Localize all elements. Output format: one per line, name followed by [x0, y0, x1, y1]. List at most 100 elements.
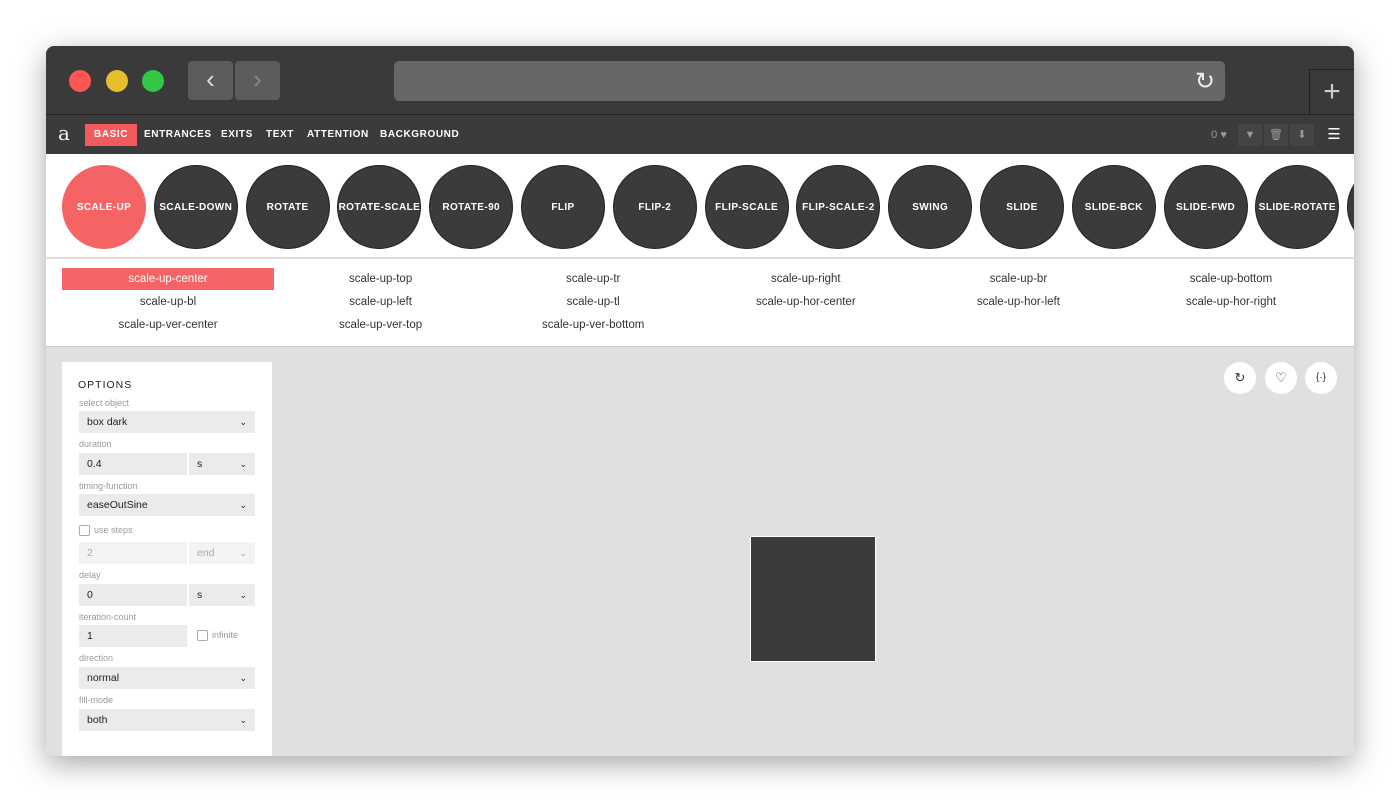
variant-scale-up-center[interactable]: scale-up-center [62, 268, 274, 290]
use-steps-label: use steps [94, 525, 133, 535]
animation-scale-down[interactable]: SCALE-DOWN [153, 165, 238, 249]
animation-flip-2[interactable]: FLIP-2 [612, 165, 697, 249]
favorites-number: 0 [1211, 129, 1218, 141]
animation-slide-rotate[interactable]: SLIDE-ROTATE [1255, 165, 1340, 249]
direction-value: normal [87, 672, 120, 684]
duration-label: duration [79, 439, 112, 449]
options-panel: OPTIONS select object box dark ⌄ duration… [62, 362, 272, 756]
animation-picker: SCALE-UP SCALE-DOWN ROTATE ROTATE-SCALE ROTA… [46, 154, 1354, 258]
timing-function-select[interactable]: easeOutSine ⌄ [79, 494, 255, 516]
checkbox-icon [197, 630, 208, 642]
animation-swing[interactable]: SWING [888, 165, 973, 249]
fill-mode-select[interactable]: both ⌄ [79, 709, 255, 731]
forward-button[interactable]: › [235, 61, 280, 100]
delay-input[interactable]: 0 [79, 584, 187, 606]
select-object-value: box dark [87, 416, 128, 428]
animation-rotate-scale[interactable]: ROTATE-SCALE [337, 165, 422, 249]
variant-scale-up-bottom[interactable]: scale-up-bottom [1125, 268, 1337, 290]
variant-scale-up-top[interactable]: scale-up-top [275, 268, 487, 290]
steps-position-select[interactable]: end ⌄ [189, 542, 255, 564]
variant-scale-up-br[interactable]: scale-up-br [912, 268, 1124, 290]
animation-scale-up[interactable]: SCALE-UP [62, 165, 146, 249]
delay-label: delay [79, 570, 101, 580]
back-button[interactable]: ‹ [188, 61, 233, 100]
duration-input[interactable]: 0.4 [79, 453, 187, 475]
animation-flip-scale[interactable]: FLIP-SCALE [704, 165, 789, 249]
chevron-down-icon: ⌄ [239, 500, 247, 510]
chevron-down-icon: ⌄ [239, 548, 247, 558]
animation-flip[interactable]: FLIP [521, 165, 605, 249]
animation-rotate-90[interactable]: ROTATE-90 [429, 165, 514, 249]
trash-icon[interactable]: 🗑 [1264, 124, 1288, 146]
favorites-count[interactable]: 0 ♥ [1206, 124, 1232, 146]
chevron-down-icon: ⌄ [239, 459, 247, 469]
logo[interactable]: a [58, 121, 70, 145]
duration-unit-select[interactable]: s ⌄ [189, 453, 255, 475]
preview-box [750, 536, 876, 662]
browser-window: ‹ › ↻ + a BASIC ENTRANCES EXITS TEXT ATT… [46, 46, 1354, 756]
delay-unit-select[interactable]: s ⌄ [189, 584, 255, 606]
infinite-checkbox[interactable]: infinite [197, 629, 239, 642]
animation-partial[interactable] [1347, 165, 1354, 249]
variant-scale-up-hor-left[interactable]: scale-up-hor-left [912, 291, 1124, 313]
fill-mode-label: fill-mode [79, 695, 114, 705]
tab-basic[interactable]: BASIC [85, 124, 138, 146]
chevron-down-icon: ⌄ [239, 673, 247, 683]
steps-position-value: end [197, 547, 215, 559]
animation-slide-fwd[interactable]: SLIDE-FWD [1163, 165, 1248, 249]
code-button[interactable]: {·} [1305, 362, 1337, 394]
replay-button[interactable]: ↻ [1224, 362, 1256, 394]
checkbox-icon [79, 525, 90, 537]
tab-background[interactable]: BACKGROUND [371, 124, 468, 146]
animation-flip-scale-2[interactable]: FLIP-SCALE-2 [796, 165, 881, 249]
use-steps-checkbox[interactable]: use steps [79, 524, 133, 537]
variant-scale-up-left[interactable]: scale-up-left [275, 291, 487, 313]
iteration-input[interactable]: 1 [79, 625, 187, 647]
heart-icon: ♥ [1220, 129, 1227, 141]
iteration-label: iteration-count [79, 612, 137, 622]
tab-attention[interactable]: ATTENTION [298, 124, 378, 146]
variant-scale-up-bl[interactable]: scale-up-bl [62, 291, 274, 313]
variant-scale-up-ver-bottom[interactable]: scale-up-ver-bottom [487, 314, 699, 336]
options-title: OPTIONS [78, 379, 133, 391]
variant-list: scale-up-center scale-up-top scale-up-tr sc… [46, 259, 1354, 347]
infinite-label: infinite [212, 630, 239, 640]
filter-icon[interactable]: ▼ [1238, 124, 1262, 146]
reload-icon[interactable]: ↻ [1195, 67, 1215, 96]
title-bar: ‹ › ↻ + [46, 46, 1354, 115]
menu-icon[interactable]: ☰ [1324, 124, 1344, 146]
animation-slide-bck[interactable]: SLIDE-BCK [1071, 165, 1156, 249]
tab-text[interactable]: TEXT [257, 124, 303, 146]
variant-scale-up-ver-center[interactable]: scale-up-ver-center [62, 314, 274, 336]
variant-scale-up-tl[interactable]: scale-up-tl [487, 291, 699, 313]
variant-scale-up-right[interactable]: scale-up-right [700, 268, 912, 290]
variant-scale-up-hor-center[interactable]: scale-up-hor-center [700, 291, 912, 313]
download-icon[interactable]: ⬇ [1290, 124, 1314, 146]
delay-unit-value: s [197, 589, 203, 601]
tab-entrances[interactable]: ENTRANCES [135, 124, 221, 146]
direction-label: direction [79, 653, 114, 663]
chevron-down-icon: ⌄ [239, 715, 247, 725]
variant-scale-up-hor-right[interactable]: scale-up-hor-right [1125, 291, 1337, 313]
animation-slide[interactable]: SLIDE [980, 165, 1064, 249]
duration-unit-value: s [197, 458, 203, 470]
active-caret [98, 252, 110, 257]
minimize-button[interactable] [106, 70, 128, 92]
select-object-label: select object [79, 398, 130, 408]
new-tab-button[interactable]: + [1309, 69, 1354, 115]
close-button[interactable] [69, 70, 91, 92]
app-nav: a BASIC ENTRANCES EXITS TEXT ATTENTION B… [46, 115, 1354, 154]
favorite-button[interactable]: ♡ [1265, 362, 1297, 394]
variant-scale-up-ver-top[interactable]: scale-up-ver-top [275, 314, 487, 336]
direction-select[interactable]: normal ⌄ [79, 667, 255, 689]
chevron-down-icon: ⌄ [239, 417, 247, 427]
address-bar[interactable]: ↻ [394, 61, 1225, 101]
chevron-down-icon: ⌄ [239, 590, 247, 600]
variant-scale-up-tr[interactable]: scale-up-tr [487, 268, 699, 290]
tab-exits[interactable]: EXITS [212, 124, 262, 146]
select-object-dropdown[interactable]: box dark ⌄ [79, 411, 255, 433]
timing-value: easeOutSine [87, 499, 148, 511]
steps-input[interactable]: 2 [79, 542, 187, 564]
maximize-button[interactable] [142, 70, 164, 92]
animation-rotate[interactable]: ROTATE [245, 165, 330, 249]
